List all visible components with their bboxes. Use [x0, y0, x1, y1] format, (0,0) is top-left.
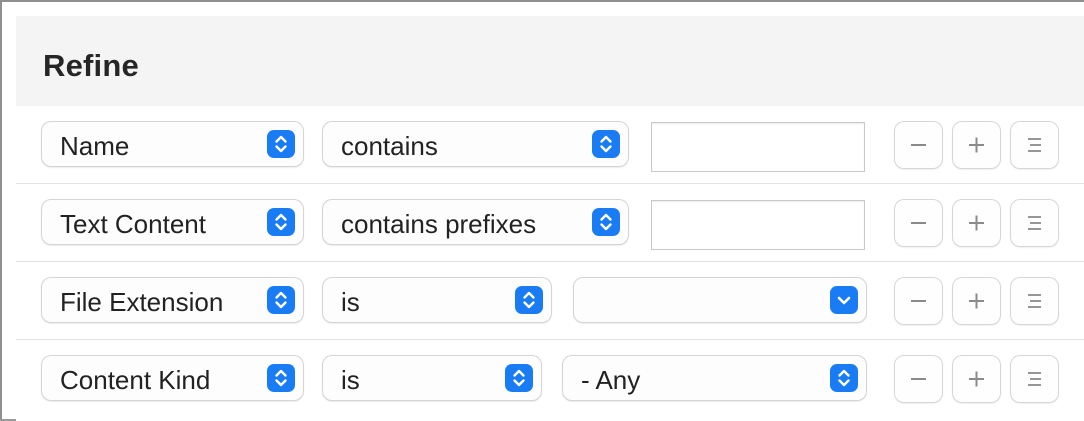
criteria-row-name: Name contains [16, 106, 1084, 184]
plus-icon [969, 215, 984, 231]
chevron-up-down-icon [592, 208, 620, 236]
criteria-row-text-content: Text Content contains prefixes [16, 184, 1084, 262]
attribute-popup[interactable]: Text Content [42, 200, 303, 244]
operator-popup-label: contains prefixes [341, 209, 537, 239]
lines-icon [1028, 138, 1041, 152]
add-group-button[interactable] [1011, 122, 1058, 168]
window: Refine Name contains Text Content contai… [0, 0, 1084, 421]
attribute-popup-label: File Extension [60, 287, 224, 317]
value-text-field[interactable] [651, 200, 865, 250]
add-criteria-button[interactable] [953, 356, 1000, 402]
add-criteria-button[interactable] [953, 278, 1000, 324]
operator-popup-label: is [341, 365, 360, 395]
chevron-up-down-icon [830, 364, 858, 392]
remove-criteria-button[interactable] [895, 122, 942, 168]
content-kind-popup-label: - Any [581, 365, 641, 395]
minus-icon [911, 378, 926, 380]
refine-header: Refine [16, 16, 1084, 106]
minus-icon [911, 300, 926, 302]
chevron-down-icon [830, 286, 858, 314]
operator-popup[interactable]: contains [323, 122, 628, 166]
lines-icon [1028, 294, 1041, 308]
content-kind-popup[interactable]: - Any [563, 356, 866, 400]
attribute-popup-label: Name [60, 131, 130, 161]
remove-criteria-button[interactable] [895, 356, 942, 402]
operator-popup-label: contains [341, 131, 438, 161]
refine-panel: Refine Name contains Text Content contai… [16, 16, 1084, 421]
operator-popup-label: is [341, 287, 360, 317]
chevron-up-down-icon [515, 286, 543, 314]
extension-combo-box[interactable] [574, 278, 866, 322]
criteria-row-content-kind: Content Kind is - Any [16, 340, 1084, 418]
minus-icon [911, 222, 926, 224]
attribute-popup[interactable]: Content Kind [42, 356, 303, 400]
attribute-popup-label: Text Content [60, 209, 206, 239]
refine-title: Refine [43, 48, 139, 83]
remove-criteria-button[interactable] [895, 200, 942, 246]
add-criteria-button[interactable] [953, 122, 1000, 168]
attribute-popup[interactable]: File Extension [42, 278, 303, 322]
chevron-up-down-icon [267, 208, 295, 236]
plus-icon [969, 137, 984, 153]
chevron-up-down-icon [267, 364, 295, 392]
minus-icon [911, 144, 926, 146]
remove-criteria-button[interactable] [895, 278, 942, 324]
value-text-field[interactable] [651, 122, 865, 172]
chevron-up-down-icon [267, 130, 295, 158]
plus-icon [969, 293, 984, 309]
attribute-popup-label: Content Kind [60, 365, 211, 395]
operator-popup[interactable]: is [323, 278, 551, 322]
chevron-up-down-icon [505, 364, 533, 392]
operator-popup[interactable]: contains prefixes [323, 200, 628, 244]
lines-icon [1028, 372, 1041, 386]
chevron-up-down-icon [267, 286, 295, 314]
operator-popup[interactable]: is [323, 356, 541, 400]
criteria-row-file-extension: File Extension is [16, 262, 1084, 340]
lines-icon [1028, 216, 1041, 230]
chevron-up-down-icon [592, 130, 620, 158]
add-group-button[interactable] [1011, 356, 1058, 402]
add-criteria-button[interactable] [953, 200, 1000, 246]
add-group-button[interactable] [1011, 200, 1058, 246]
attribute-popup[interactable]: Name [42, 122, 303, 166]
add-group-button[interactable] [1011, 278, 1058, 324]
plus-icon [969, 371, 984, 387]
